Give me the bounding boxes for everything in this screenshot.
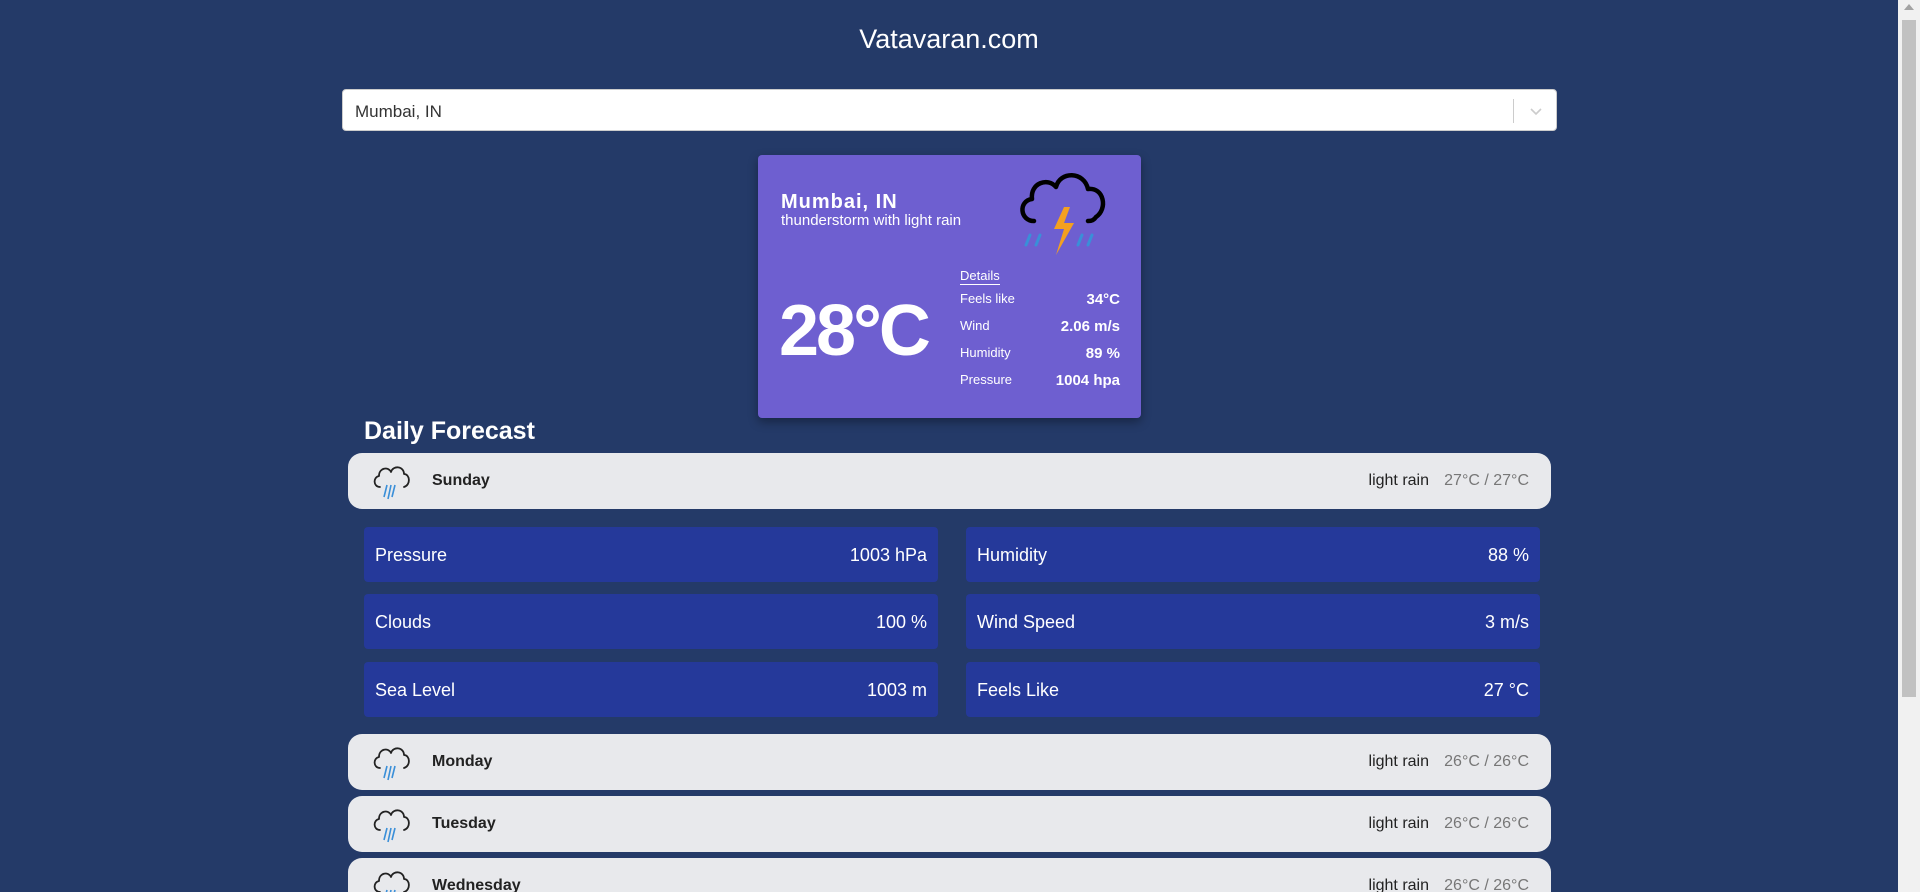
thunderstorm-rain-icon [1020, 173, 1106, 255]
rain-cloud-icon [373, 747, 410, 781]
day-description: light rain [1368, 753, 1429, 770]
daily-forecast-heading: Daily Forecast [364, 417, 535, 445]
forecast-day-sunday[interactable]: Sunday light rain 27°C / 27°C [348, 453, 1551, 509]
stat-humidity: Humidity 88 % [966, 527, 1540, 582]
detail-label: Wind [960, 318, 990, 333]
vertical-scrollbar[interactable] [1898, 0, 1920, 892]
detail-label: Feels like [960, 291, 1015, 306]
day-description: light rain [1368, 472, 1429, 489]
search-separator [1513, 99, 1514, 123]
stat-value: 1003 hPa [849, 545, 927, 565]
detail-row-humidity: Humidity 89 % [960, 343, 1120, 370]
chevron-down-icon[interactable] [1528, 103, 1544, 119]
rain-cloud-icon [373, 466, 410, 500]
detail-value: 1004 hpa [1055, 372, 1120, 389]
stat-value: 3 m/s [1484, 612, 1529, 632]
day-temperature: 26°C / 26°C [1444, 753, 1529, 770]
city-search-select[interactable]: Mumbai, IN [342, 89, 1557, 131]
stat-wind-speed: Wind Speed 3 m/s [966, 594, 1540, 649]
day-temperature: 26°C / 26°C [1444, 815, 1529, 832]
detail-label: Pressure [960, 372, 1013, 387]
page: Vatavaran.com Mumbai, IN Mumbai, IN thun… [0, 0, 1920, 892]
stat-label: Wind Speed [977, 612, 1076, 632]
site-title: Vatavaran.com [859, 24, 1039, 54]
details-panel: Details Feels like 34°C Wind 2.06 m/s Hu… [960, 267, 1120, 397]
stat-value: 27 °C [1483, 680, 1529, 700]
stat-label: Feels Like [977, 680, 1060, 700]
stat-value: 100 % [875, 612, 927, 632]
stat-value: 88 % [1487, 545, 1529, 565]
detail-row-wind: Wind 2.06 m/s [960, 316, 1120, 343]
forecast-day-tuesday[interactable]: Tuesday light rain 26°C / 26°C [348, 796, 1551, 852]
current-temperature: 28°C [779, 291, 931, 371]
search-selected-value: Mumbai, IN [355, 102, 442, 121]
day-name: Wednesday [432, 877, 521, 892]
day-name: Tuesday [432, 815, 496, 832]
stat-pressure: Pressure 1003 hPa [364, 527, 938, 582]
rain-cloud-icon [373, 809, 410, 843]
stat-feels-like: Feels Like 27 °C [966, 662, 1540, 717]
day-temperature: 27°C / 27°C [1444, 472, 1529, 489]
stat-label: Humidity [977, 545, 1048, 565]
detail-value: 34°C [1086, 291, 1120, 308]
stat-label: Pressure [375, 545, 448, 565]
detail-label: Humidity [960, 345, 1011, 360]
forecast-day-monday[interactable]: Monday light rain 26°C / 26°C [348, 734, 1551, 790]
details-title: Details [960, 268, 1000, 285]
current-weather-card: Mumbai, IN thunderstorm with light rain … [758, 155, 1141, 418]
scrollbar-thumb[interactable] [1902, 20, 1916, 697]
detail-row-pressure: Pressure 1004 hpa [960, 370, 1120, 397]
stat-sea-level: Sea Level 1003 m [364, 662, 938, 717]
day-name: Sunday [432, 472, 490, 489]
current-description: thunderstorm with light rain [781, 212, 962, 229]
detail-value: 2.06 m/s [1060, 318, 1120, 335]
day-description: light rain [1368, 815, 1429, 832]
rain-cloud-icon [373, 871, 410, 892]
scroll-up-arrow-icon[interactable] [1904, 4, 1914, 10]
stat-clouds: Clouds 100 % [364, 594, 938, 649]
forecast-day-wednesday[interactable]: Wednesday light rain 26°C / 26°C [348, 858, 1551, 892]
day-description: light rain [1368, 877, 1429, 892]
day-name: Monday [432, 753, 493, 770]
detail-value: 89 % [1085, 345, 1120, 362]
stat-label: Sea Level [375, 680, 456, 700]
detail-row-feels-like: Feels like 34°C [960, 289, 1120, 316]
stat-value: 1003 m [866, 680, 927, 700]
day-temperature: 26°C / 26°C [1444, 877, 1529, 892]
stat-label: Clouds [375, 612, 432, 632]
current-city: Mumbai, IN [781, 191, 898, 213]
